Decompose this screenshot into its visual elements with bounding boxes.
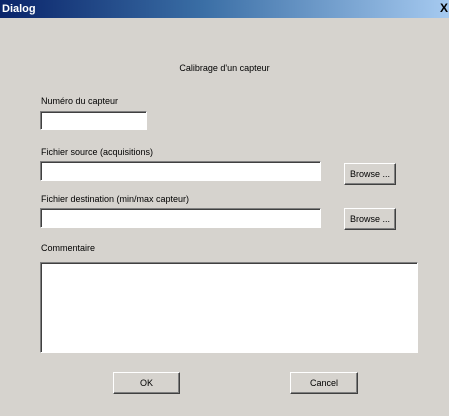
destination-file-label: Fichier destination (min/max capteur) [41, 194, 190, 204]
comment-label: Commentaire [41, 243, 96, 253]
source-file-label: Fichier source (acquisitions) [41, 147, 154, 157]
window-title: Dialog [2, 3, 36, 15]
close-icon[interactable]: X [440, 0, 449, 16]
dialog-heading: Calibrage d'un capteur [179, 63, 270, 73]
destination-browse-button[interactable]: Browse ... [344, 208, 396, 230]
dialog-window: Dialog X Calibrage d'un capteur Numéro d… [0, 0, 449, 416]
sensor-number-input[interactable] [40, 111, 147, 130]
destination-file-input[interactable] [40, 208, 321, 228]
comment-textarea[interactable] [40, 262, 418, 353]
source-browse-button[interactable]: Browse ... [344, 163, 396, 185]
ok-button[interactable]: OK [113, 372, 180, 394]
cancel-button[interactable]: Cancel [290, 372, 358, 394]
sensor-number-label: Numéro du capteur [41, 96, 119, 106]
source-file-input[interactable] [40, 161, 321, 181]
title-bar[interactable]: Dialog X [0, 0, 449, 18]
